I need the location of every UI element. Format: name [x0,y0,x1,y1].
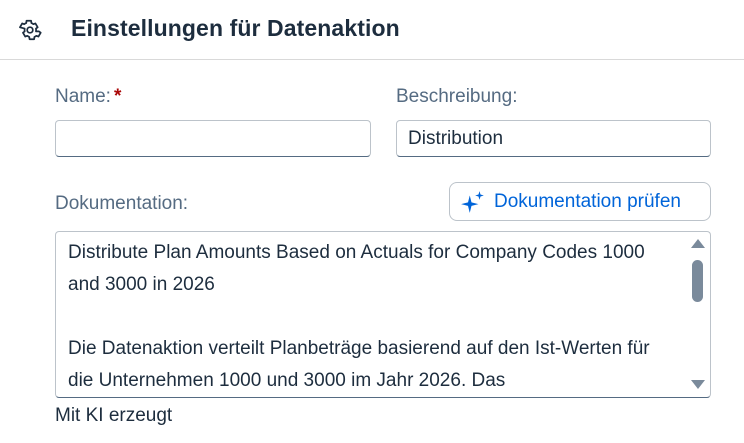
name-input[interactable] [55,120,371,157]
check-documentation-label: Dokumentation prüfen [494,190,681,212]
documentation-text: Distribute Plan Amounts Based on Actuals… [68,237,678,397]
ai-generated-note: Mit KI erzeugt [55,405,173,426]
check-documentation-button[interactable]: Dokumentation prüfen [449,182,711,221]
scroll-up-arrow-icon[interactable] [691,239,705,248]
dialog-title: Einstellungen für Datenaktion [71,15,400,41]
description-label: Beschreibung: [396,86,518,107]
description-input[interactable] [396,120,711,157]
dialog-header: Einstellungen für Datenaktion [0,0,744,60]
documentation-paragraph: Distribute Plan Amounts Based on Actuals… [68,242,645,295]
required-marker: * [113,86,122,107]
gear-icon [19,19,42,41]
scroll-thumb[interactable] [692,260,703,302]
ai-sparkle-icon [461,190,484,213]
scroll-down-arrow-icon[interactable] [691,380,705,389]
documentation-textarea[interactable]: Distribute Plan Amounts Based on Actuals… [55,231,711,398]
documentation-label: Dokumentation: [55,193,189,214]
documentation-paragraph: Die Datenaktion verteilt Planbeträge bas… [68,338,650,391]
name-label: Name: * [55,86,121,108]
textarea-scrollbar[interactable] [684,232,710,397]
name-label-text: Name: [55,86,111,107]
